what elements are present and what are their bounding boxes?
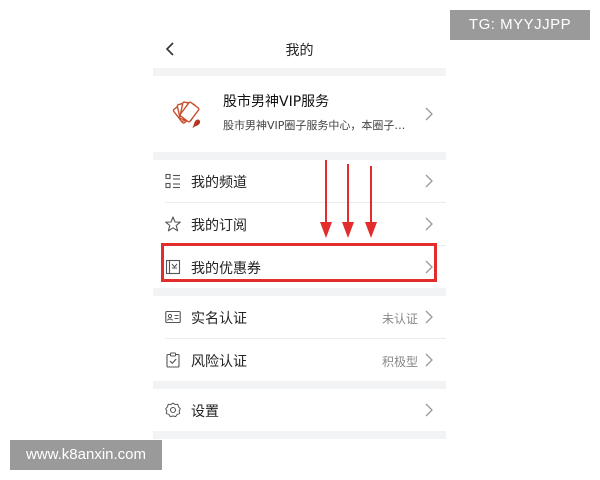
menu-item-label: 我的订阅 [191, 218, 247, 234]
section-gap [153, 68, 446, 76]
menu-item-label: 风险认证 [191, 354, 247, 370]
menu-item-label: 我的优惠券 [191, 261, 261, 277]
risk-level: 积极型 [381, 355, 418, 369]
menu-item-real-name-verification[interactable]: 实名认证 未认证 [153, 296, 446, 338]
tg-watermark: TG: MYYJJPP [450, 10, 590, 40]
chevron-right-icon [425, 217, 433, 231]
playing-cards-icon [172, 101, 201, 128]
clipboard-check-icon [166, 352, 180, 368]
site-watermark: www.k8anxin.com [10, 440, 162, 470]
menu-item-label: 设置 [191, 404, 219, 420]
chevron-right-icon [425, 260, 433, 274]
chevron-right-icon [425, 353, 433, 367]
menu-item-label: 实名认证 [191, 311, 247, 327]
section-gap [153, 288, 446, 296]
section-gap [153, 152, 446, 160]
profile-page: 我的 股市男神VIP服务 股市男神VIP圈子服务中心，本圈子… 我的频道 我的订… [153, 30, 446, 442]
menu-item-settings[interactable]: 设置 [153, 389, 446, 431]
id-card-icon [165, 310, 181, 324]
menu-item-my-coupons[interactable]: 我的优惠券 [153, 246, 446, 288]
screenshot-stage: 我的 股市男神VIP服务 股市男神VIP圈子服务中心，本圈子… 我的频道 我的订… [0, 0, 600, 480]
menu-item-label: 我的频道 [191, 175, 247, 191]
chevron-right-icon [425, 107, 433, 121]
section-gap [153, 381, 446, 389]
menu-item-my-channels[interactable]: 我的频道 [153, 160, 446, 202]
vip-service-description: 股市男神VIP圈子服务中心，本圈子… [223, 119, 406, 132]
vip-service-name: 股市男神VIP服务 [223, 94, 330, 110]
page-title: 我的 [285, 43, 314, 59]
gear-icon [165, 402, 181, 418]
vip-service-card[interactable]: 股市男神VIP服务 股市男神VIP圈子服务中心，本圈子… [153, 76, 446, 152]
grid-list-icon [165, 173, 180, 189]
coupon-icon [165, 259, 181, 275]
verification-status: 未认证 [381, 312, 418, 326]
chevron-right-icon [425, 403, 433, 417]
star-icon [165, 216, 181, 232]
nav-bar: 我的 [153, 30, 446, 68]
menu-item-my-subscriptions[interactable]: 我的订阅 [153, 203, 446, 245]
section-gap [153, 431, 446, 439]
menu-item-risk-assessment[interactable]: 风险认证 积极型 [153, 339, 446, 381]
chevron-right-icon [425, 310, 433, 324]
chevron-right-icon [425, 174, 433, 188]
